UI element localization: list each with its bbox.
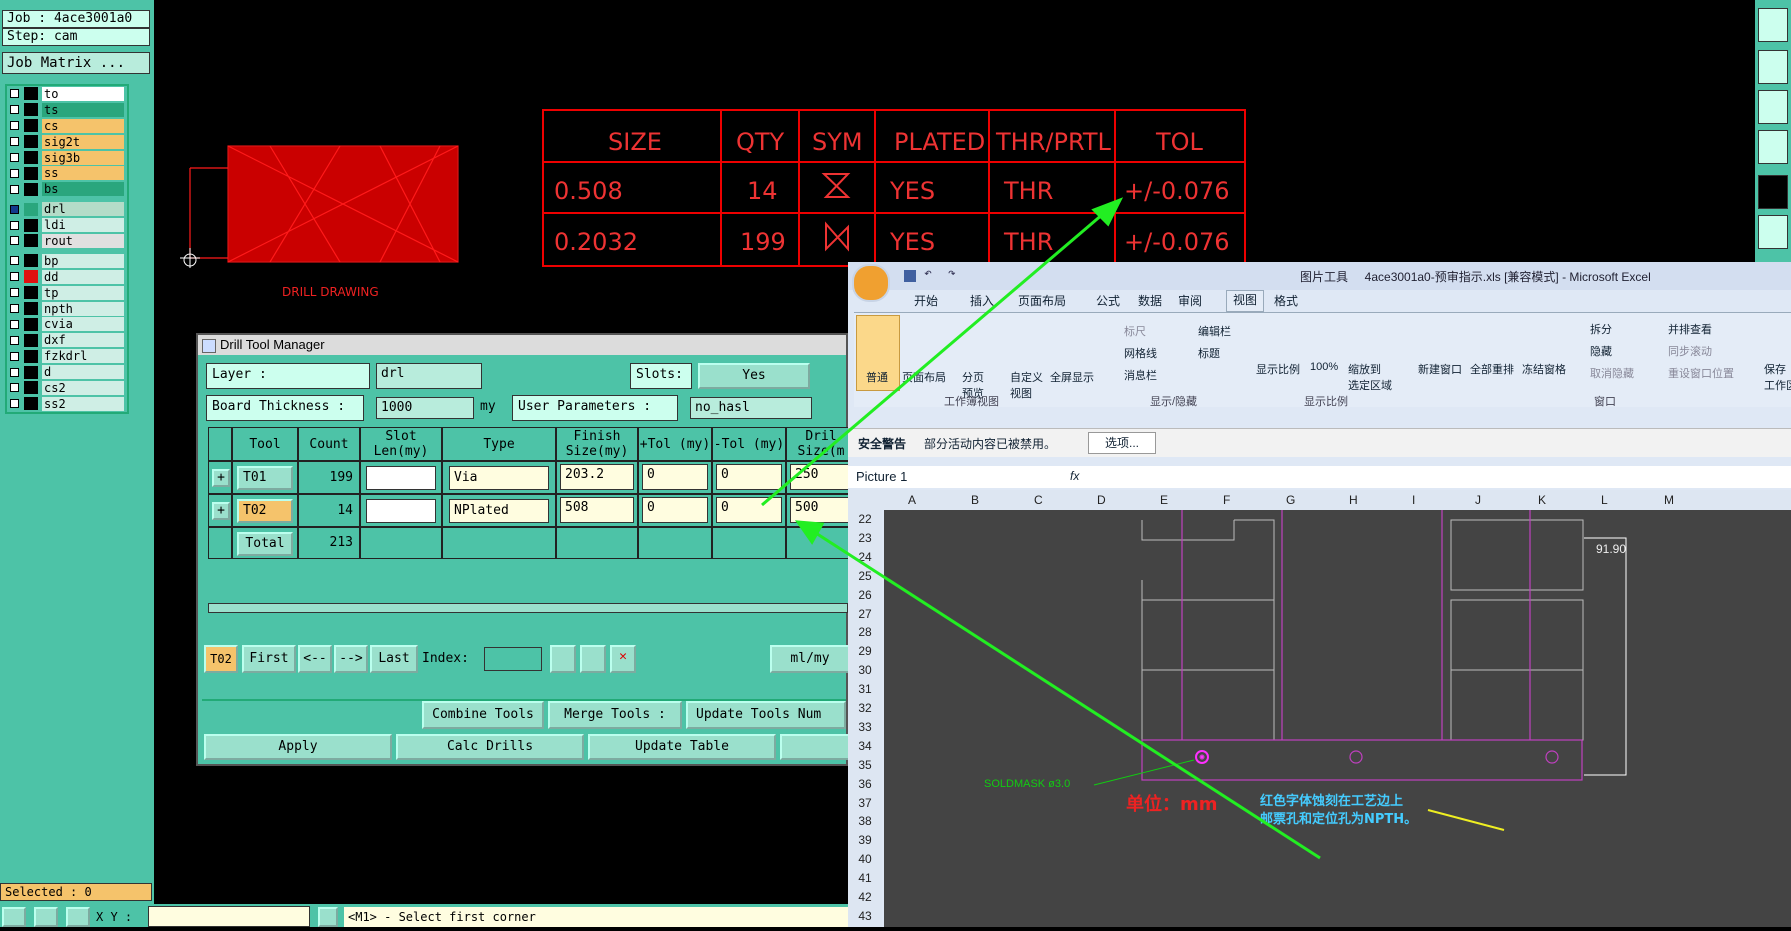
annotation-arrows (761, 197, 1321, 860)
